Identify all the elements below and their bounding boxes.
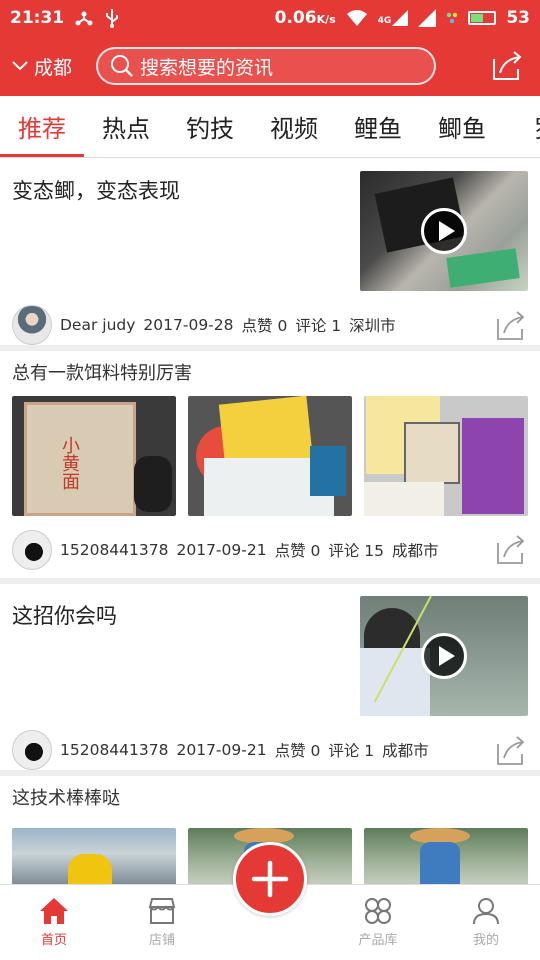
avatar[interactable] <box>12 305 52 345</box>
plus-icon <box>251 860 289 898</box>
like-count: 点赞 0 <box>274 542 321 560</box>
feed-item[interactable]: 这招你会吗 15208441378 2017-09-21 点赞 0 评论 1 成… <box>0 584 540 776</box>
wifi-icon <box>346 10 367 26</box>
article-title: 这技术棒棒哒 <box>12 788 120 809</box>
comment-count: 评论 1 <box>295 317 342 335</box>
tab-video[interactable]: 视频 <box>252 96 336 157</box>
article-image[interactable]: 小黄面 <box>12 396 176 516</box>
article-meta: 15208441378 2017-09-21 点赞 0 评论 15 成都市 <box>12 530 439 570</box>
tab-crucian[interactable]: 鲫鱼 <box>420 96 504 157</box>
location: 成都市 <box>382 742 429 760</box>
home-icon <box>40 898 68 924</box>
article-image[interactable] <box>12 828 176 884</box>
share-button[interactable] <box>488 46 528 86</box>
post-date: 2017-09-21 <box>176 541 267 559</box>
city-label: 成都 <box>34 56 73 79</box>
grid-icon <box>365 898 391 924</box>
signal-4g-icon: 4G <box>378 10 409 26</box>
status-bar: 21:31 0.06K/s 4G 53 <box>0 0 540 36</box>
search-placeholder: 搜索想要的资讯 <box>140 56 274 79</box>
tab-carp[interactable]: 鲤鱼 <box>336 96 420 157</box>
search-icon <box>111 55 133 77</box>
article-title: 变态鲫，变态表现 <box>12 179 180 203</box>
author-name: Dear judy <box>60 316 136 334</box>
city-selector[interactable]: 成都 <box>12 53 96 80</box>
search-input[interactable]: 搜索想要的资讯 <box>96 47 436 85</box>
author-name: 15208441378 <box>60 541 169 559</box>
article-image[interactable] <box>188 396 352 516</box>
nav-label: 我的 <box>472 933 499 948</box>
article-meta: Dear judy 2017-09-28 点赞 0 评论 1 深圳市 <box>12 305 396 345</box>
nav-label: 产品库 <box>358 933 398 948</box>
share-icon <box>493 51 522 80</box>
article-title: 这招你会吗 <box>12 604 117 628</box>
tab-technique[interactable]: 钓技 <box>168 96 252 157</box>
tab-hot[interactable]: 热点 <box>84 96 168 157</box>
article-image[interactable] <box>364 396 528 516</box>
article-image[interactable] <box>364 828 528 884</box>
network-speed: 0.06K/s <box>274 8 336 28</box>
post-date: 2017-09-28 <box>143 316 234 334</box>
tab-more[interactable]: 罗 <box>504 96 540 157</box>
feed-item[interactable]: 总有一款饵料特别厉害 小黄面 15208441378 2017-09-21 点赞… <box>0 351 540 584</box>
feed-item[interactable]: 变态鲫，变态表现 Dear judy 2017-09-28 点赞 0 评论 1 … <box>0 159 540 351</box>
like-count: 点赞 0 <box>241 317 288 335</box>
app-notification-icon <box>447 12 458 24</box>
user-icon <box>473 898 499 925</box>
share-icon[interactable] <box>496 535 526 565</box>
comment-count: 评论 1 <box>328 742 375 760</box>
news-feed: 变态鲫，变态表现 Dear judy 2017-09-28 点赞 0 评论 1 … <box>0 159 540 884</box>
share-icon[interactable] <box>496 311 526 341</box>
chevron-down-icon <box>12 61 28 71</box>
shop-icon <box>148 898 176 924</box>
video-thumbnail[interactable] <box>360 171 528 291</box>
signal-icon <box>418 9 437 27</box>
avatar[interactable] <box>12 730 52 770</box>
comment-count: 评论 15 <box>328 542 385 560</box>
top-bar: 成都 搜索想要的资讯 <box>0 36 540 96</box>
share-icon[interactable] <box>496 736 526 766</box>
share-network-icon <box>75 11 93 26</box>
nav-label: 店铺 <box>148 933 175 948</box>
play-icon <box>421 208 467 254</box>
location: 成都市 <box>392 542 439 560</box>
nav-shop[interactable]: 店铺 <box>108 885 216 960</box>
play-icon <box>421 633 467 679</box>
status-time: 21:31 <box>10 8 65 28</box>
tab-recommend[interactable]: 推荐 <box>0 96 84 157</box>
category-tabs: 推荐 热点 钓技 视频 鲤鱼 鲫鱼 罗 <box>0 96 540 158</box>
avatar[interactable] <box>12 530 52 570</box>
author-name: 15208441378 <box>60 741 169 759</box>
like-count: 点赞 0 <box>274 742 321 760</box>
usb-icon <box>106 9 119 28</box>
nav-profile[interactable]: 我的 <box>432 885 540 960</box>
post-date: 2017-09-21 <box>176 741 267 759</box>
nav-products[interactable]: 产品库 <box>324 885 432 960</box>
nav-label: 首页 <box>40 933 67 948</box>
location: 深圳市 <box>349 317 396 335</box>
battery-level: 53 <box>506 8 530 28</box>
battery-icon <box>468 11 497 25</box>
add-post-button[interactable] <box>233 842 307 916</box>
nav-home[interactable]: 首页 <box>0 885 108 960</box>
video-thumbnail[interactable] <box>360 596 528 716</box>
image-row: 小黄面 <box>12 396 528 516</box>
article-meta: 15208441378 2017-09-21 点赞 0 评论 1 成都市 <box>12 730 429 770</box>
article-title: 总有一款饵料特别厉害 <box>12 363 192 384</box>
